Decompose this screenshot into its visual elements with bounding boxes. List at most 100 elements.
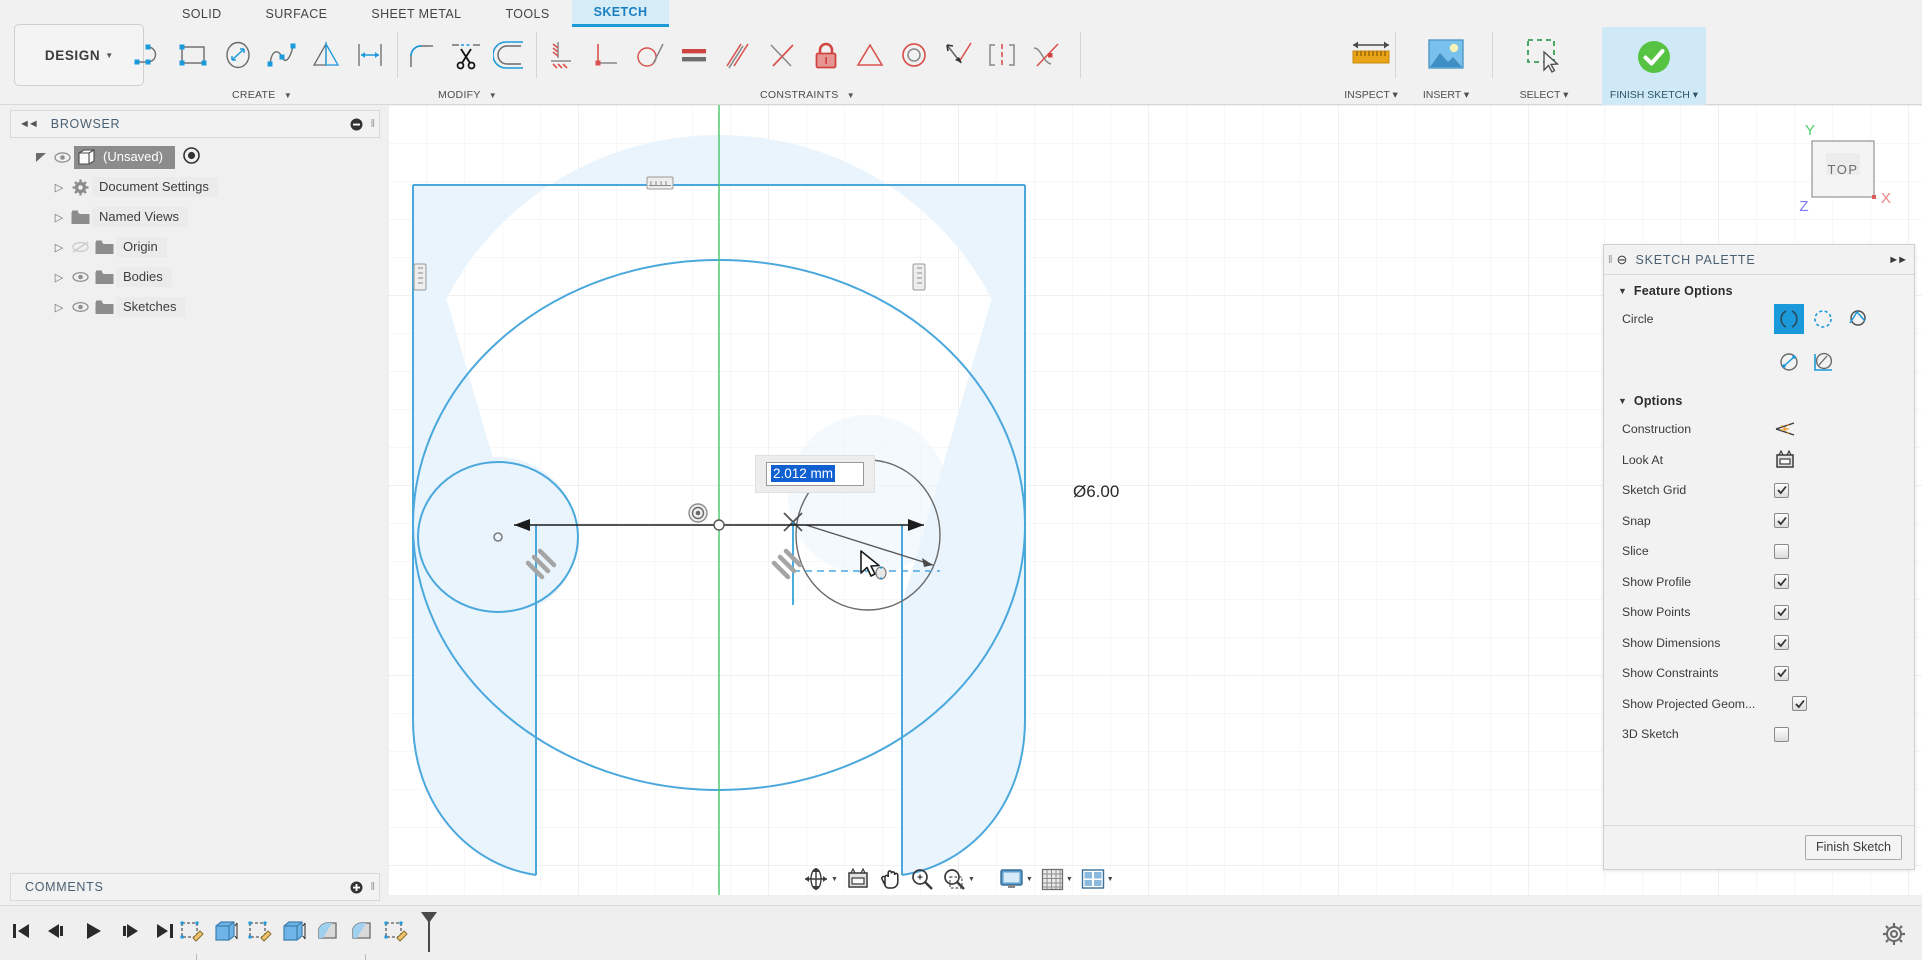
row-show-constraints[interactable]: Show Constraints xyxy=(1604,658,1914,689)
three-point-circle-icon[interactable] xyxy=(1842,304,1872,334)
two-tangent-circle-icon[interactable] xyxy=(1774,347,1804,377)
timeline-extrude-1[interactable] xyxy=(212,919,240,950)
center-diameter-circle-icon[interactable] xyxy=(1774,304,1804,334)
jump-to-end-button[interactable] xyxy=(154,920,176,947)
grid-snaps-tool[interactable]: ▼ xyxy=(1038,868,1076,891)
3d-sketch-checkbox[interactable] xyxy=(1774,726,1789,742)
look-at-icon[interactable] xyxy=(1774,450,1796,469)
tangent-constraint[interactable] xyxy=(628,30,672,80)
vertical-constraint-glyph-right[interactable] xyxy=(912,263,926,291)
timeline-sketch-1[interactable] xyxy=(178,919,206,950)
step-forward-button[interactable] xyxy=(118,920,140,947)
tree-row-root[interactable]: (Unsaved) xyxy=(10,142,380,172)
show-dimensions-checkbox[interactable] xyxy=(1774,635,1789,651)
show-points-checkbox[interactable] xyxy=(1774,604,1789,620)
viewports-tool[interactable]: ▼ xyxy=(1078,868,1117,891)
minimize-icon[interactable]: ⊖ xyxy=(1617,252,1628,268)
sketch-grid-checkbox[interactable] xyxy=(1774,482,1789,498)
panel-grip-icon[interactable]: ‖ xyxy=(370,881,374,893)
row-show-points[interactable]: Show Points xyxy=(1604,597,1914,628)
visibility-eye-icon[interactable] xyxy=(50,151,74,164)
section-options[interactable]: ▼ Options xyxy=(1604,380,1914,414)
view-cube[interactable]: TOP Y X Z xyxy=(1782,119,1894,217)
select-menu[interactable]: SELECT ▾ xyxy=(1508,27,1580,105)
zoom-tool[interactable] xyxy=(907,867,937,891)
settings-gear-icon[interactable] xyxy=(1882,922,1906,951)
row-sketch-grid[interactable]: Sketch Grid xyxy=(1604,475,1914,506)
row-show-dimensions[interactable]: Show Dimensions xyxy=(1604,628,1914,659)
visibility-eye-off-icon[interactable] xyxy=(68,240,92,254)
two-point-circle-icon[interactable] xyxy=(1808,304,1838,334)
horizontal-constraint-glyph-top[interactable] xyxy=(646,176,674,190)
tree-row-named-views[interactable]: ▷ Named Views xyxy=(10,202,380,232)
dimension-input-value[interactable]: 2.012 mm xyxy=(771,465,836,482)
jump-to-beginning-button[interactable] xyxy=(10,920,32,947)
circle-tool[interactable] xyxy=(216,30,260,80)
section-feature-options[interactable]: ▼ Feature Options xyxy=(1604,275,1914,304)
line-tool[interactable] xyxy=(128,30,172,80)
tab-tools[interactable]: TOOLS xyxy=(483,0,571,27)
sketch-dimension-tool[interactable] xyxy=(348,30,392,80)
row-show-projected-geometry[interactable]: Show Projected Geom... xyxy=(1604,689,1914,720)
equal-constraint[interactable] xyxy=(672,30,716,80)
expand-arrow-icon[interactable] xyxy=(32,151,50,164)
concentric-constraint-glyph[interactable] xyxy=(688,503,708,523)
midpoint-constraint[interactable] xyxy=(848,30,892,80)
spline-tool[interactable] xyxy=(260,30,304,80)
look-at-tool[interactable] xyxy=(843,868,873,890)
timeline-sketch-3[interactable] xyxy=(382,919,410,950)
minimize-icon[interactable] xyxy=(350,118,363,131)
collinear-constraint[interactable] xyxy=(936,30,980,80)
coincident-constraint[interactable] xyxy=(760,30,804,80)
tree-row-document-settings[interactable]: ▷ Document Settings xyxy=(10,172,380,202)
show-profile-checkbox[interactable] xyxy=(1774,574,1789,590)
construction-icon[interactable] xyxy=(1774,420,1796,438)
inspect-menu[interactable]: INSPECT ▾ xyxy=(1335,27,1407,105)
insert-menu[interactable]: INSERT ▾ xyxy=(1410,27,1482,105)
perpendicular-constraint[interactable] xyxy=(584,30,628,80)
show-projected-geom-checkbox[interactable] xyxy=(1792,696,1807,712)
concentric-constraint[interactable] xyxy=(892,30,936,80)
row-slice[interactable]: Slice xyxy=(1604,536,1914,567)
expand-arrow-icon[interactable]: ▷ xyxy=(50,301,68,314)
vertical-constraint-glyph-left[interactable] xyxy=(413,263,427,291)
tab-surface[interactable]: SURFACE xyxy=(244,0,350,27)
row-show-profile[interactable]: Show Profile xyxy=(1604,567,1914,598)
comments-panel[interactable]: COMMENTS ‖ xyxy=(10,873,380,901)
rectangle-tool[interactable] xyxy=(172,30,216,80)
play-button[interactable] xyxy=(82,920,104,947)
fix-unfix-constraint[interactable] xyxy=(804,30,848,80)
timeline-extrude-2[interactable] xyxy=(280,919,308,950)
step-back-button[interactable] xyxy=(46,920,68,947)
show-constraints-checkbox[interactable] xyxy=(1774,665,1789,681)
timeline-sketch-2[interactable] xyxy=(246,919,274,950)
tree-row-sketches[interactable]: ▷ Sketches xyxy=(10,292,380,322)
visibility-eye-icon[interactable] xyxy=(68,300,92,314)
tree-root-item[interactable]: (Unsaved) xyxy=(74,145,175,169)
pan-tool[interactable] xyxy=(875,867,905,891)
trim-tool[interactable] xyxy=(444,30,488,80)
mirror-tool[interactable] xyxy=(304,30,348,80)
timeline-marker[interactable] xyxy=(418,910,440,959)
expand-arrow-icon[interactable]: ▷ xyxy=(50,241,68,254)
slice-checkbox[interactable] xyxy=(1774,543,1789,559)
expand-arrow-icon[interactable]: ▷ xyxy=(50,271,68,284)
diameter-dimension-label[interactable]: Ø6.00 xyxy=(1073,482,1119,502)
origin-point[interactable] xyxy=(713,519,725,531)
dimension-input-field[interactable]: 2.012 mm xyxy=(766,462,864,486)
tab-sheet-metal[interactable]: SHEET METAL xyxy=(349,0,483,27)
panel-grip-icon[interactable]: ‖ xyxy=(1608,254,1612,266)
expand-panel-icon[interactable]: ►► xyxy=(1888,254,1908,266)
activate-component-icon[interactable] xyxy=(183,147,200,167)
row-3d-sketch[interactable]: 3D Sketch xyxy=(1604,719,1914,750)
add-comment-icon[interactable] xyxy=(350,881,363,894)
finish-sketch-button[interactable]: FINISH SKETCH ▾ xyxy=(1602,27,1706,105)
expand-arrow-icon[interactable]: ▷ xyxy=(50,211,68,224)
display-settings-tool[interactable]: ▼ xyxy=(996,868,1036,891)
collapse-browser-icon[interactable]: ◄◄ xyxy=(19,118,39,130)
three-tangent-circle-icon[interactable] xyxy=(1808,347,1838,377)
expand-arrow-icon[interactable]: ▷ xyxy=(50,181,68,194)
visibility-eye-icon[interactable] xyxy=(68,270,92,284)
timeline-fillet-2[interactable] xyxy=(348,919,376,950)
tab-sketch[interactable]: SKETCH xyxy=(571,0,670,27)
